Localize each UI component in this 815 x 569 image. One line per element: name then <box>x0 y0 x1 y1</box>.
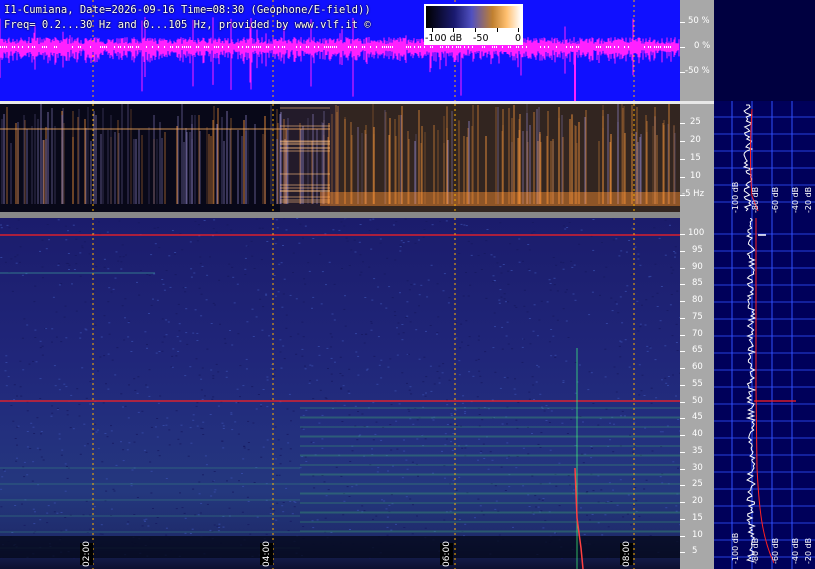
waveform-panel: I1-Cumiana, Date=2026-09-16 Time=08:30 (… <box>0 0 680 101</box>
freq-label: 10 <box>690 171 701 181</box>
freq-label: 55 <box>692 378 703 389</box>
spectrogram-low-image <box>0 104 680 212</box>
db-label: -40 dB <box>791 186 800 213</box>
time-label: 02:00 <box>80 541 93 567</box>
freq-label: 20 <box>692 496 703 506</box>
waveform-axis: 50 % 0 % -50 % <box>680 0 714 101</box>
header-line-1: I1-Cumiana, Date=2026-09-16 Time=08:30 (… <box>4 4 371 16</box>
spectrum-profile-bottom <box>714 218 815 569</box>
freq-label: 35 <box>692 445 703 456</box>
colorbar-label-mid: -50 <box>473 33 489 44</box>
freq-label: 90 <box>692 261 703 272</box>
freq-label: 20 <box>690 135 701 145</box>
db-label: -60 dB <box>771 537 780 564</box>
spectrogram-high-image <box>0 218 680 569</box>
spectrum-side-panel-bottom: -100 dB -80 dB -60 dB -40 dB -20 dB <box>714 218 815 569</box>
db-label: -80 dB <box>751 186 760 213</box>
freq-label: 60 <box>692 362 703 372</box>
freq-label: 70 <box>692 328 703 339</box>
freq-label: 5 <box>692 546 698 557</box>
freq-label: 25 <box>692 479 703 490</box>
colorbar: -100 dB -50 0 <box>424 4 523 45</box>
spectrogram-high-axis: 100 95 90 85 80 75 70 65 60 55 50 45 40 35 30 25 20 15 10 5 <box>680 218 714 569</box>
freq-label: 10 <box>692 529 703 540</box>
station-header: I1-Cumiana, Date=2026-09-16 Time=08:30 (… <box>4 3 371 33</box>
colorbar-label-min: -100 dB <box>425 33 463 44</box>
freq-label: -5 Hz <box>682 189 705 199</box>
freq-label: 85 <box>692 278 703 289</box>
freq-label: 80 <box>692 295 703 305</box>
freq-label: 15 <box>692 512 703 523</box>
db-label: -60 dB <box>771 186 780 213</box>
waveform-side-panel <box>714 0 815 101</box>
time-label: 04:00 <box>260 541 273 567</box>
freq-label: 15 <box>690 153 701 163</box>
freq-label: 65 <box>692 345 703 356</box>
spectrogram-low-axis: 25 20 15 10 -5 Hz <box>680 104 714 218</box>
waveform-axis-label: 0 % <box>694 41 711 51</box>
spectrogram-high-freq <box>0 218 680 569</box>
freq-label: 25 <box>690 117 701 127</box>
freq-label: 30 <box>692 462 703 473</box>
db-label: -40 dB <box>791 537 800 564</box>
db-label: -80 dB <box>751 537 760 564</box>
freq-label: 40 <box>692 429 703 439</box>
freq-label: 45 <box>692 412 703 423</box>
freq-label: 95 <box>692 244 703 255</box>
db-label: -20 dB <box>804 537 813 564</box>
spectrogram-low-freq <box>0 104 680 212</box>
freq-label: 75 <box>692 311 703 322</box>
db-label: -100 dB <box>731 532 740 564</box>
db-label: -20 dB <box>804 186 813 213</box>
time-label: 06:00 <box>440 541 453 567</box>
freq-label: 50 <box>692 395 703 406</box>
waveform-axis-label: 50 % <box>688 16 710 26</box>
time-label: 08:00 <box>620 541 633 567</box>
header-line-2: Freq= 0.2...30 Hz and 0...105 Hz, provid… <box>4 19 371 31</box>
colorbar-gradient <box>426 6 521 28</box>
db-label: -100 dB <box>731 181 740 213</box>
waveform-axis-label: -50 % <box>685 66 710 76</box>
freq-label: 100 <box>688 228 705 238</box>
colorbar-label-max: 0 <box>515 33 522 44</box>
spectrum-side-panel-top: -100 dB -80 dB -60 dB -40 dB -20 dB <box>714 101 815 218</box>
